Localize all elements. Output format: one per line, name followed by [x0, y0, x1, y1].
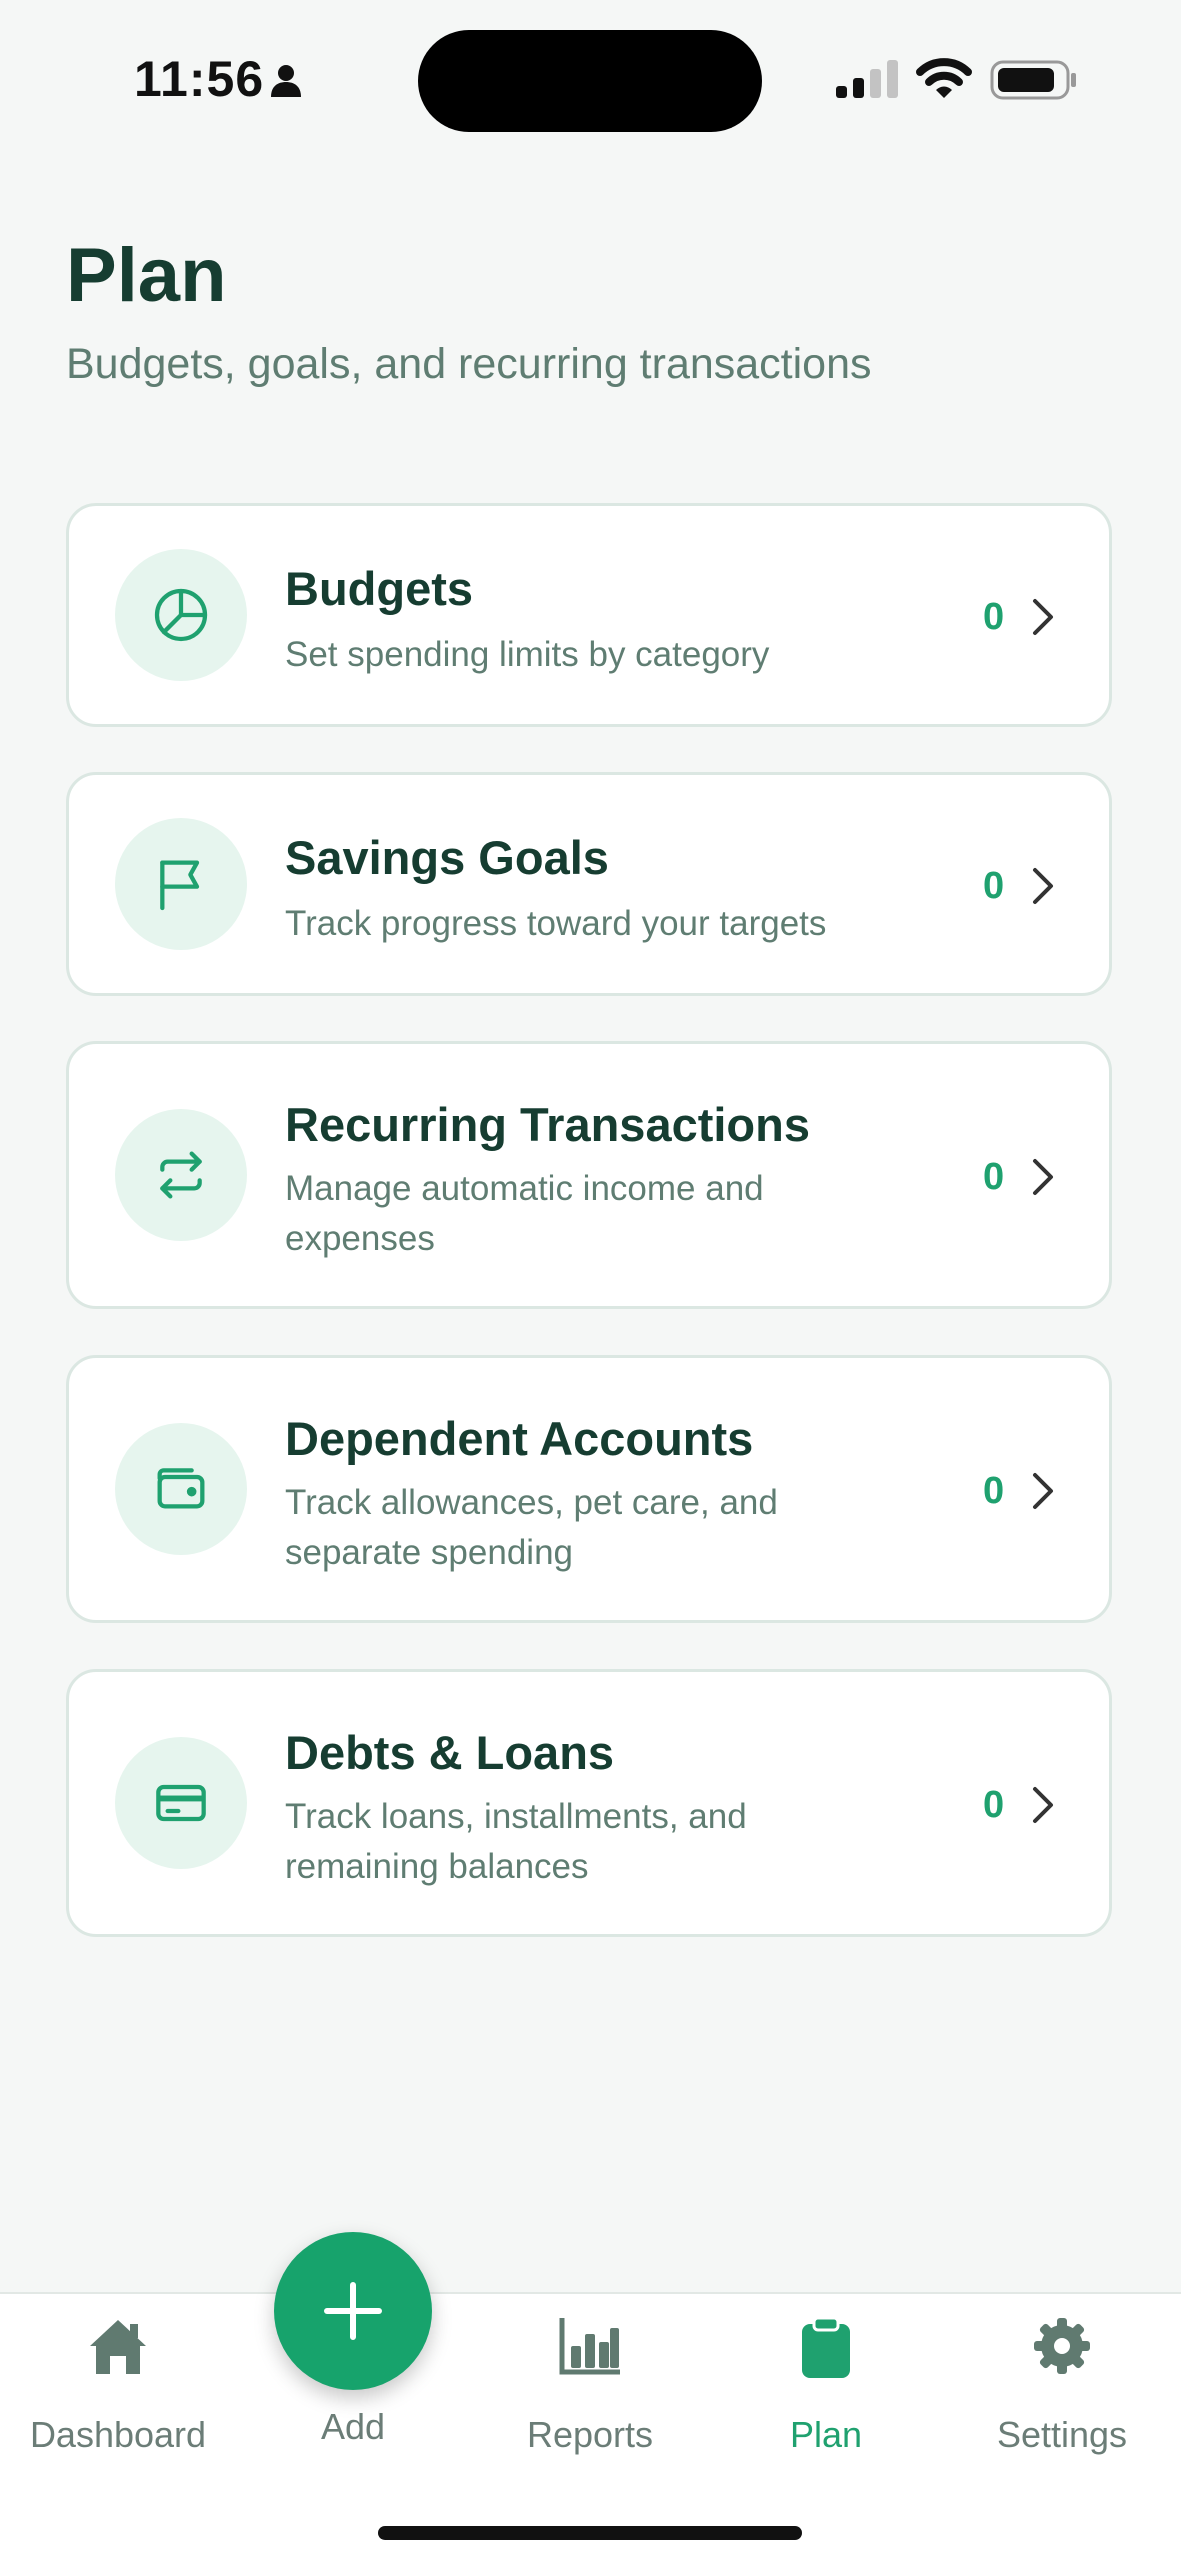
page-title: Plan	[66, 233, 227, 318]
person-icon	[268, 62, 304, 103]
tab-settings[interactable]: Settings	[944, 2294, 1180, 2474]
dependent-accounts-icon-circle	[115, 1423, 247, 1555]
battery-icon	[990, 60, 1078, 105]
recurring-icon-circle	[115, 1109, 247, 1241]
tab-plan[interactable]: Plan	[708, 2294, 944, 2474]
bar-chart-icon	[472, 2316, 708, 2376]
gear-icon	[944, 2316, 1180, 2376]
budgets-card[interactable]: Budgets Set spending limits by category …	[66, 503, 1112, 727]
tab-label: Plan	[789, 2414, 863, 2455]
tab-label: Reports	[526, 2414, 654, 2455]
count-badge: 0	[983, 865, 1005, 907]
chevron-right-icon	[1033, 599, 1053, 635]
card-description: Track allowances, pet care, and separate…	[285, 1483, 778, 1572]
wifi-icon	[916, 56, 972, 105]
card-title: Dependent Accounts	[285, 1412, 754, 1465]
tab-bar: Dashboard Reports Plan Settings	[0, 2292, 1181, 2562]
status-time: 11:56	[134, 51, 265, 107]
chevron-right-icon	[1033, 1159, 1053, 1195]
home-indicator	[378, 2526, 802, 2540]
add-button[interactable]	[274, 2232, 432, 2390]
chevron-right-icon	[1033, 1787, 1053, 1823]
pie-chart-icon	[154, 588, 208, 642]
wallet-icon	[157, 1468, 205, 1509]
clipboard-icon	[708, 2316, 944, 2380]
home-icon	[0, 2316, 236, 2376]
count-badge: 0	[983, 1784, 1005, 1826]
card-title: Savings Goals	[285, 831, 609, 884]
tab-label: Settings	[996, 2414, 1128, 2455]
chevron-right-icon	[1033, 868, 1053, 904]
savings-goals-icon-circle	[115, 818, 247, 950]
card-title: Recurring Transactions	[285, 1098, 810, 1151]
repeat-icon	[160, 1151, 202, 1199]
card-title: Budgets	[285, 562, 473, 615]
card-title: Debts & Loans	[285, 1726, 615, 1779]
tab-reports[interactable]: Reports	[472, 2294, 708, 2474]
flag-icon	[160, 860, 200, 911]
credit-card-icon	[156, 1784, 206, 1822]
count-badge: 0	[983, 1470, 1005, 1512]
tab-dashboard[interactable]: Dashboard	[0, 2294, 236, 2474]
status-bar: 11:56	[0, 0, 1181, 150]
plus-icon	[324, 2282, 382, 2340]
dependent-accounts-card[interactable]: Dependent Accounts Track allowances, pet…	[66, 1355, 1112, 1623]
dynamic-island	[418, 30, 762, 132]
debts-loans-icon-circle	[115, 1737, 247, 1869]
count-badge: 0	[983, 1156, 1005, 1198]
page-subtitle: Budgets, goals, and recurring transactio…	[66, 340, 872, 388]
chevron-right-icon	[1033, 1473, 1053, 1509]
savings-goals-card[interactable]: Savings Goals Track progress toward your…	[66, 772, 1112, 996]
card-description: Manage automatic income and expenses	[285, 1169, 764, 1258]
card-description: Set spending limits by category	[285, 635, 770, 674]
tab-label-add: Add	[320, 2406, 386, 2447]
count-badge: 0	[983, 596, 1005, 638]
card-description: Track loans, installments, and remaining…	[285, 1797, 747, 1886]
cellular-signal-icon	[836, 60, 900, 103]
tab-label: Dashboard	[29, 2414, 207, 2455]
budgets-icon-circle	[115, 549, 247, 681]
debts-loans-card[interactable]: Debts & Loans Track loans, installments,…	[66, 1669, 1112, 1937]
recurring-transactions-card[interactable]: Recurring Transactions Manage automatic …	[66, 1041, 1112, 1309]
card-description: Track progress toward your targets	[285, 904, 827, 943]
